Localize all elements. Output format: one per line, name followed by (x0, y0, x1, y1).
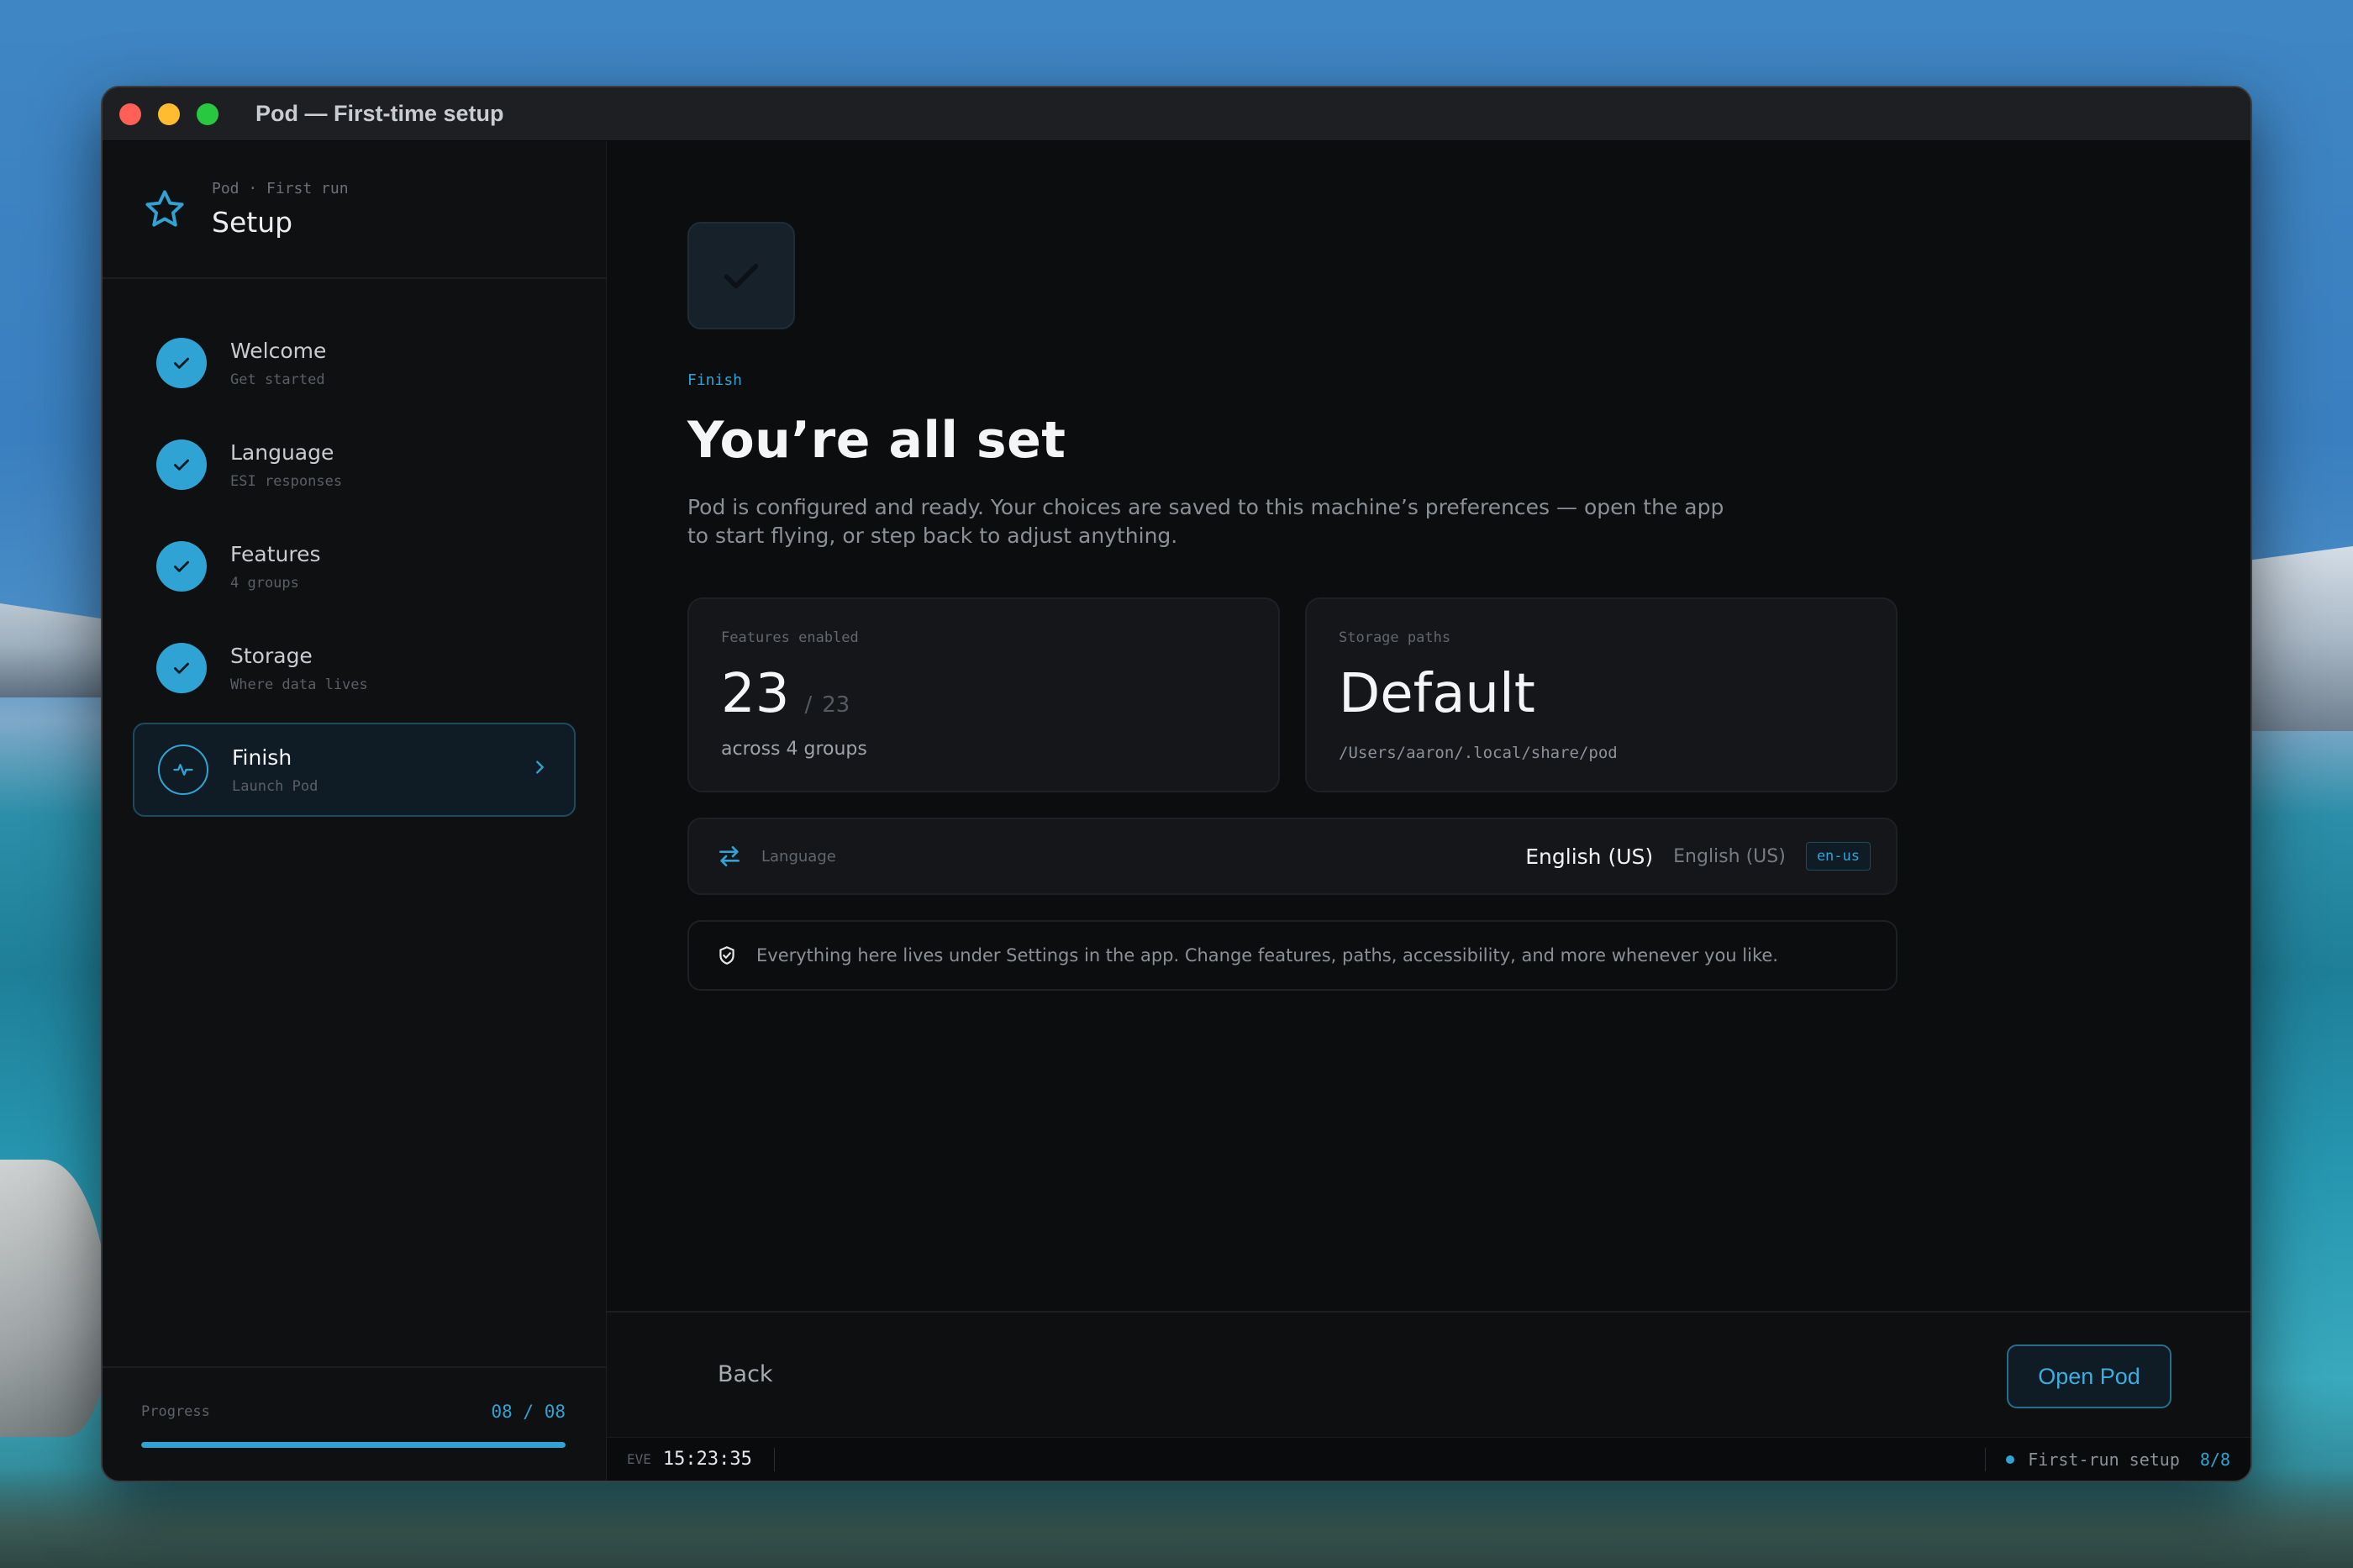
pulse-icon (158, 745, 208, 795)
status-step-count: 8/8 (2199, 1449, 2230, 1470)
finish-content: Finish You’re all set Pod is configured … (687, 222, 1898, 991)
back-button[interactable]: Back (718, 1361, 773, 1387)
step-storage[interactable]: Storage Where data lives (133, 621, 576, 715)
finish-check-icon (687, 222, 795, 329)
sidebar-brand: Pod · First run Setup (103, 141, 606, 279)
setup-progress: Progress 08 / 08 (103, 1366, 606, 1481)
minimize-window-button[interactable] (158, 103, 180, 125)
language-native-name: English (US) (1673, 845, 1786, 867)
features-total-count: 23 (822, 692, 850, 718)
step-language[interactable]: Language ESI responses (133, 418, 576, 512)
wallpaper-mountain-left (0, 603, 118, 697)
progress-label: Progress (141, 1403, 210, 1420)
status-server-label: EVE (627, 1451, 651, 1467)
language-summary-row: Language English (US) English (US) en-us (687, 818, 1898, 895)
storage-card-label: Storage paths (1339, 629, 1451, 646)
step-label: Features (230, 541, 321, 566)
status-dot-icon (2006, 1455, 2015, 1464)
step-label: Storage (230, 643, 313, 668)
settings-note-text: Everything here lives under Settings in … (756, 945, 1778, 966)
sidebar-title: Setup (212, 206, 293, 239)
storage-card: Storage paths Default /Users/aaron/.loca… (1305, 597, 1898, 792)
step-subtitle: Get started (230, 371, 325, 388)
wallpaper-mountain-right (2244, 546, 2353, 731)
step-finish[interactable]: Finish Launch Pod (133, 723, 576, 817)
features-enabled-count: 23 (721, 663, 790, 725)
settings-note: Everything here lives under Settings in … (687, 920, 1898, 991)
language-value: English (US) (1525, 844, 1654, 869)
section-eyebrow: Finish (687, 371, 743, 389)
setup-sidebar: Pod · First run Setup Welcome Get starte… (103, 141, 607, 1481)
features-card-label: Features enabled (721, 629, 859, 646)
wallpaper-rock (0, 1160, 109, 1437)
open-pod-button[interactable]: Open Pod (2007, 1344, 2171, 1408)
wallpaper-shore (0, 1467, 2353, 1568)
close-window-button[interactable] (119, 103, 141, 125)
language-label: Language (761, 847, 836, 866)
wizard-footer: Back Open Pod (607, 1311, 2250, 1437)
step-subtitle: ESI responses (230, 472, 343, 490)
step-subtitle: Launch Pod (232, 777, 318, 795)
check-icon (156, 338, 207, 388)
check-icon (156, 439, 207, 490)
chevron-right-icon (536, 760, 544, 774)
page-title: You’re all set (687, 411, 1066, 470)
features-card: Features enabled 23 / 23 across 4 groups (687, 597, 1280, 792)
step-subtitle: Where data lives (230, 676, 368, 693)
status-time: 15:23:35 (662, 1449, 752, 1470)
storage-path: /Users/aaron/.local/share/pod (1339, 744, 1618, 762)
step-label: Finish (232, 745, 292, 770)
status-divider (773, 1447, 775, 1471)
progress-track (141, 1442, 566, 1448)
check-icon (156, 643, 207, 693)
sidebar-eyebrow: Pod · First run (212, 180, 349, 197)
features-separator: / (804, 692, 813, 718)
check-icon (156, 541, 207, 592)
step-welcome[interactable]: Welcome Get started (133, 316, 576, 410)
status-divider (1985, 1447, 1987, 1471)
main-panel: Finish You’re all set Pod is configured … (607, 141, 2250, 1481)
title-bar: Pod — First-time setup (103, 87, 2250, 141)
storage-mode-value: Default (1339, 663, 1535, 725)
progress-fill (141, 1442, 566, 1448)
step-list: Welcome Get started Language ESI respons… (103, 279, 606, 817)
language-code-badge: en-us (1805, 842, 1871, 871)
step-features[interactable]: Features 4 groups (133, 519, 576, 613)
status-bar: EVE 15:23:35 First-run setup 8/8 (607, 1437, 2250, 1481)
progress-count: 08 / 08 (491, 1402, 566, 1422)
page-description: Pod is configured and ready. Your choice… (687, 495, 1724, 548)
status-label: First-run setup (2028, 1449, 2180, 1470)
zoom-window-button[interactable] (197, 103, 218, 125)
summary-cards: Features enabled 23 / 23 across 4 groups… (687, 597, 1898, 792)
features-card-caption: across 4 groups (721, 739, 867, 760)
shield-check-icon (719, 946, 734, 965)
step-label: Welcome (230, 338, 327, 363)
step-subtitle: 4 groups (230, 574, 299, 592)
step-label: Language (230, 439, 334, 465)
star-icon (145, 190, 184, 227)
app-window: Pod — First-time setup Pod · First run S… (101, 86, 2252, 1482)
swap-arrows-icon (719, 846, 740, 866)
window-title: Pod — First-time setup (255, 101, 504, 126)
